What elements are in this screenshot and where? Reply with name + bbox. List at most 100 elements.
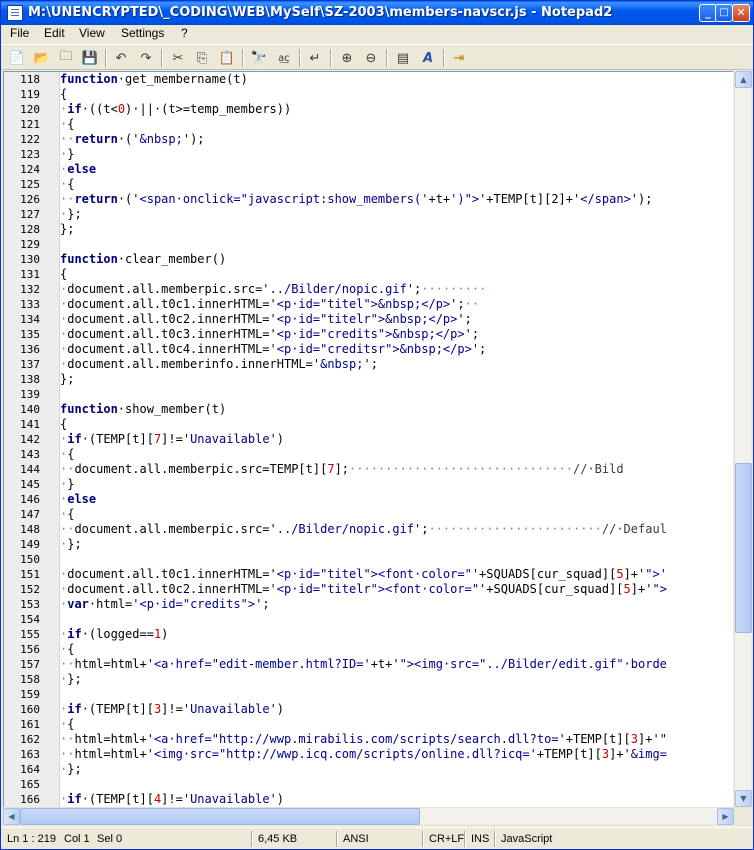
code-line[interactable]: 124 ·else	[4, 162, 733, 177]
browse-icon[interactable]: 🗀	[56, 48, 76, 68]
code-line[interactable]: 123 ·}	[4, 147, 733, 162]
scroll-right-button[interactable]: ▶	[717, 808, 734, 825]
zoom-out-icon[interactable]: ⊖	[361, 48, 381, 68]
menu-settings[interactable]: Settings	[119, 26, 166, 40]
code-line[interactable]: 143 ·{	[4, 447, 733, 462]
code-line[interactable]: 144 ··document.all.memberpic.src=TEMP[t][…	[4, 462, 733, 477]
redo-icon[interactable]: ↷	[136, 48, 156, 68]
line-number: 138	[20, 373, 40, 386]
maximize-button[interactable]: □	[715, 4, 733, 22]
code-line[interactable]: 152 ·document.all.t0c2.innerHTML='<p·id="…	[4, 582, 733, 597]
code-line[interactable]: 127 ·};	[4, 207, 733, 222]
undo-icon[interactable]: ↶	[111, 48, 131, 68]
code-line[interactable]: 141 {	[4, 417, 733, 432]
code-line[interactable]: 137 ·document.all.memberinfo.innerHTML='&…	[4, 357, 733, 372]
code-line[interactable]: 145 ·}	[4, 477, 733, 492]
wordwrap-icon[interactable]: ↵	[305, 48, 325, 68]
scheme-icon[interactable]: ▤	[393, 48, 413, 68]
code-line[interactable]: 134 ·document.all.t0c2.innerHTML='<p·id="…	[4, 312, 733, 327]
code-token: ';	[464, 327, 480, 341]
code-line[interactable]: 140 function·show_member(t)	[4, 402, 733, 417]
code-line[interactable]: 160 ·if·(TEMP[t][3]!='Unavailable')	[4, 702, 733, 717]
code-line[interactable]: 157 ··html=html+'<a·href="edit-member.htm…	[4, 657, 733, 672]
code-line[interactable]: 119 {	[4, 87, 733, 102]
code-line[interactable]: 132 ·document.all.memberpic.src='../Bilde…	[4, 282, 733, 297]
code-line[interactable]: 139	[4, 387, 733, 402]
code-token: "><img·src="../Bilder/edit.gif"·borde	[399, 657, 667, 671]
code-token: ]+'	[623, 567, 646, 581]
code-line[interactable]: 125 ·{	[4, 177, 733, 192]
paste-icon[interactable]: 📋	[217, 48, 237, 68]
horizontal-scroll-thumb[interactable]	[20, 808, 420, 825]
exit-icon[interactable]: ⇥	[449, 48, 469, 68]
code-token: ../Bilder/nopic.gif	[276, 522, 415, 536]
code-line[interactable]: 164 ·};	[4, 762, 733, 777]
code-line[interactable]: 118 function·get_membername(t)	[4, 72, 733, 87]
horizontal-scrollbar[interactable]: ◀ ▶	[3, 807, 734, 825]
code-line[interactable]: 129	[4, 237, 733, 252]
menu-file[interactable]: File	[8, 26, 31, 40]
cut-icon[interactable]: ✂	[168, 48, 188, 68]
code-token: <p·id="credits">&nbsp;</p>	[276, 327, 465, 341]
code-line[interactable]: 150	[4, 552, 733, 567]
code-line[interactable]: 121 ·{	[4, 117, 733, 132]
code-line[interactable]: 131 {	[4, 267, 733, 282]
code-line[interactable]: 148 ··document.all.memberpic.src='../Bild…	[4, 522, 733, 537]
scroll-up-button[interactable]: ▲	[735, 71, 752, 88]
find-icon[interactable]: 🔭	[249, 48, 269, 68]
line-number: 160	[20, 703, 40, 716]
copy-icon[interactable]: ⎘	[192, 48, 212, 68]
code-line[interactable]: 151 ·document.all.t0c1.innerHTML='<p·id="…	[4, 567, 733, 582]
menu-view[interactable]: View	[77, 26, 107, 40]
code-line[interactable]: 162 ··html=html+'<a·href="http://wwp.mira…	[4, 732, 733, 747]
code-line[interactable]: 135 ·document.all.t0c3.innerHTML='<p·id="…	[4, 327, 733, 342]
code-editor[interactable]: 118 function·get_membername(t) 119{120 ·if·…	[3, 71, 733, 807]
status-lexer: JavaScript	[501, 833, 553, 845]
code-line[interactable]: 133 ·document.all.t0c1.innerHTML='<p·id="…	[4, 297, 733, 312]
code-line[interactable]: 146 ·else	[4, 492, 733, 507]
code-line[interactable]: 154	[4, 612, 733, 627]
scroll-down-button[interactable]: ▼	[735, 790, 752, 807]
code-line[interactable]: 161 ·{	[4, 717, 733, 732]
font-icon[interactable]: A	[418, 48, 438, 68]
new-icon[interactable]: 📄	[7, 48, 27, 68]
code-line[interactable]: 142 ·if·(TEMP[t][7]!='Unavailable')	[4, 432, 733, 447]
code-line[interactable]: 149 ·};	[4, 537, 733, 552]
code-line[interactable]: 122 ··return·('&nbsp;');	[4, 132, 733, 147]
code-line[interactable]: 128};	[4, 222, 733, 237]
code-line[interactable]: 153 ·var·html='<p·id="credits">';	[4, 597, 733, 612]
code-line[interactable]: 120 ·if·((t<0)·||·(t>=temp_members))	[4, 102, 733, 117]
code-line[interactable]: 156 ·{	[4, 642, 733, 657]
code-text: ·document.all.t0c4.innerHTML='<p·id="cre…	[60, 342, 486, 357]
code-line[interactable]: 130 function·clear_member()	[4, 252, 733, 267]
close-button[interactable]: ✕	[732, 4, 750, 22]
code-line[interactable]: 155 ·if·(logged==1)	[4, 627, 733, 642]
replace-icon[interactable]: a͢c	[274, 48, 294, 68]
code-token: ');	[182, 132, 205, 146]
vertical-scroll-thumb[interactable]	[735, 463, 752, 633]
code-line[interactable]: 147 ·{	[4, 507, 733, 522]
vertical-scrollbar[interactable]: ▲ ▼	[734, 71, 752, 807]
open-icon[interactable]: 📂	[32, 48, 52, 68]
zoom-in-icon[interactable]: ⊕	[337, 48, 357, 68]
status-eol: CR+LF	[429, 833, 465, 845]
code-token: };	[60, 372, 75, 386]
code-line[interactable]: 158 ·};	[4, 672, 733, 687]
code-line[interactable]: 165	[4, 777, 733, 792]
save-icon[interactable]: 💾	[80, 48, 100, 68]
menu-edit[interactable]: Edit	[42, 26, 67, 40]
code-line[interactable]: 163 ··html=html+'<img·src="http://wwp.icq…	[4, 747, 733, 762]
scroll-left-button[interactable]: ◀	[3, 808, 20, 825]
toolbar-separator	[105, 49, 107, 67]
code-line[interactable]: 126 ··return·('<span·onclick="javascript:…	[4, 192, 733, 207]
code-line[interactable]: 136 ·document.all.t0c4.innerHTML='<p·id="…	[4, 342, 733, 357]
code-line[interactable]: 159	[4, 687, 733, 702]
title-bar[interactable]: M:\UNENCRYPTED\_CODING\WEB\MySelf\SZ-200…	[1, 1, 753, 25]
code-token: +t+'	[370, 657, 400, 671]
code-text: ·document.all.t0c2.innerHTML='<p·id="tit…	[60, 582, 667, 597]
menu-help[interactable]: ?	[179, 26, 190, 40]
code-token: ';	[450, 297, 465, 311]
status-encoding: ANSI	[343, 833, 369, 845]
code-line[interactable]: 138};	[4, 372, 733, 387]
code-line[interactable]: 166 ·if·(TEMP[t][4]!='Unavailable')	[4, 792, 733, 807]
